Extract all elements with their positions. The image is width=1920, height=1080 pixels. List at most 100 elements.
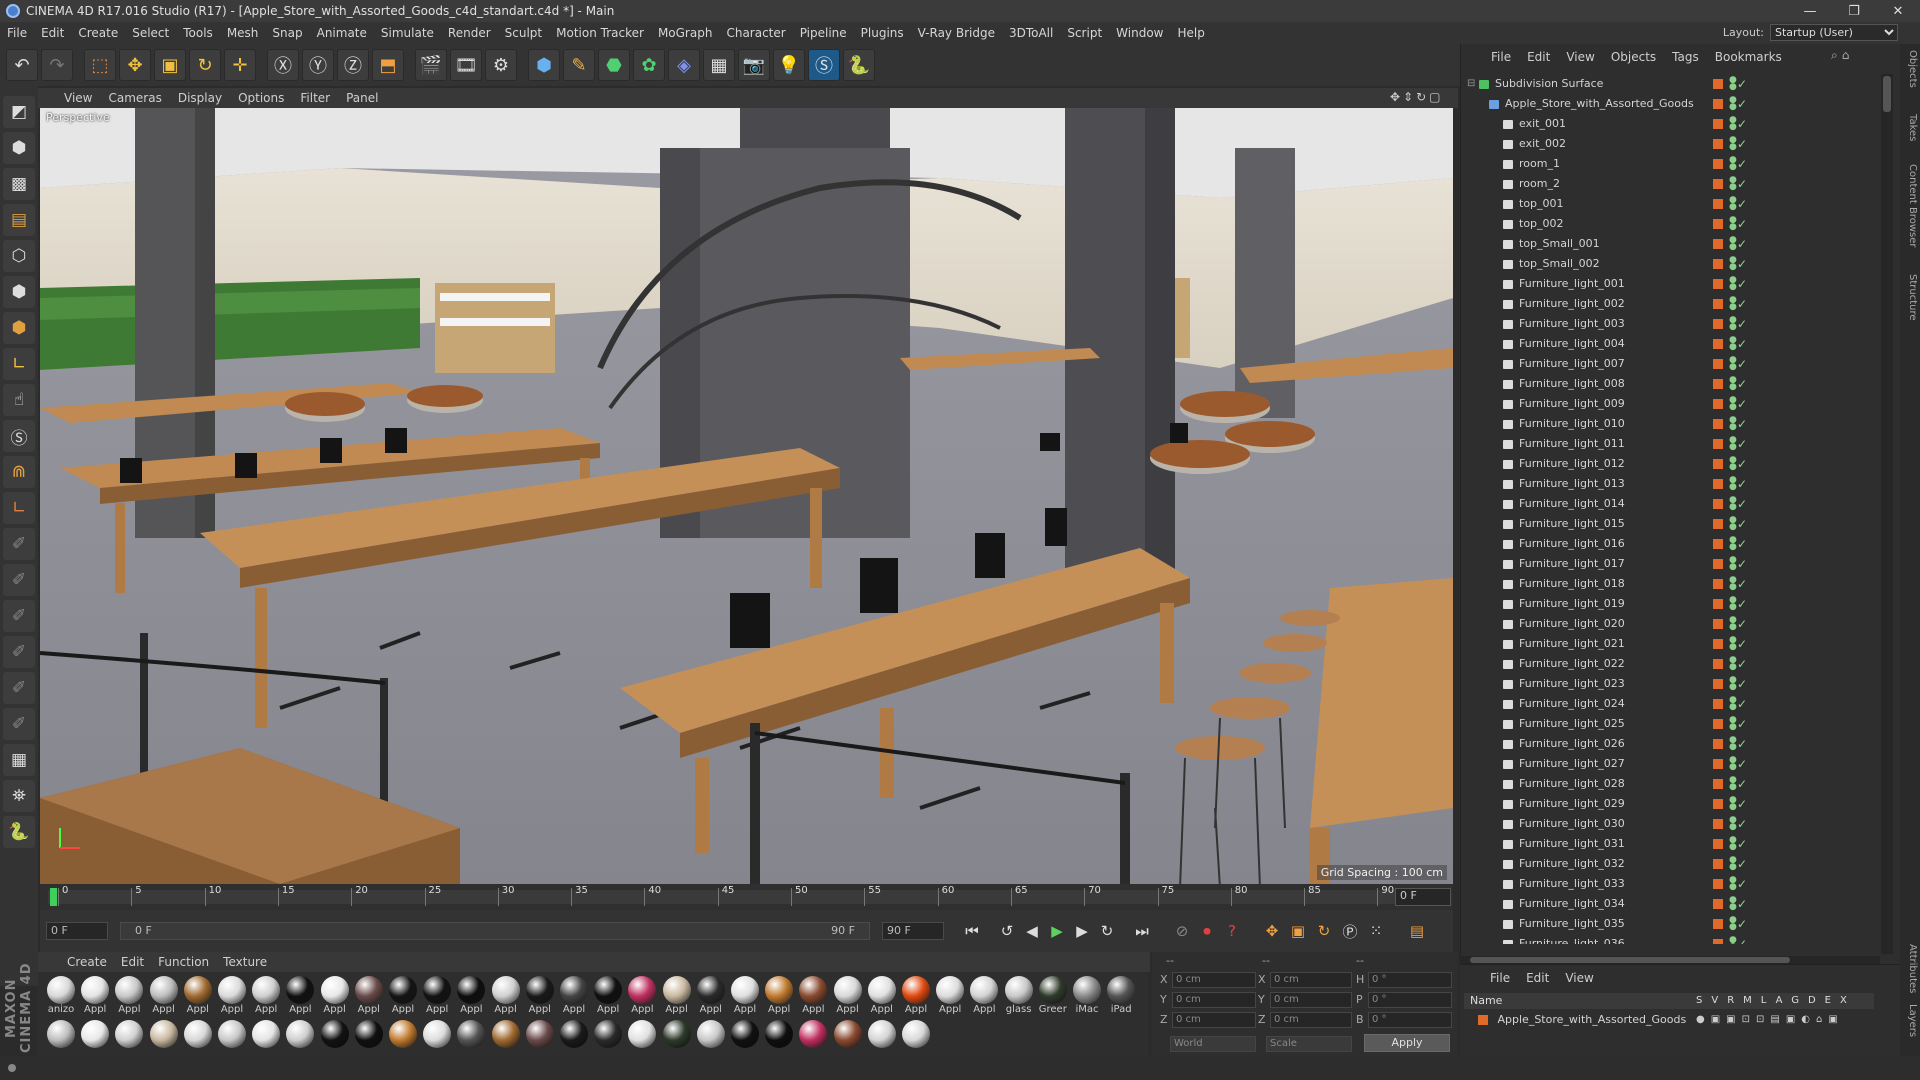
sculpt-inflate-icon[interactable]: ✐	[3, 672, 35, 704]
layer-tag-icon[interactable]	[1713, 399, 1723, 409]
material-swatch[interactable]	[559, 1020, 589, 1060]
sculpt-pull-icon[interactable]: ✐	[3, 564, 35, 596]
material-swatch[interactable]	[285, 1020, 315, 1060]
object-row[interactable]: Furniture_light_034 ● ● ✓	[1461, 894, 1881, 914]
layer-tag-icon[interactable]	[1713, 619, 1723, 629]
material-swatch[interactable]: Appl	[867, 976, 897, 1016]
minimize-icon[interactable]: —	[1788, 0, 1832, 22]
object-row[interactable]: Furniture_light_024 ● ● ✓	[1461, 694, 1881, 714]
viewport-nav-icons[interactable]: ✥⇕↻▢	[1390, 90, 1444, 104]
visibility-dots-icon[interactable]: ●●	[1729, 256, 1737, 272]
layer-tag-icon[interactable]	[1713, 799, 1723, 809]
go-to-end-icon[interactable]: ⏭	[1130, 919, 1154, 943]
material-swatch[interactable]: Appl	[935, 976, 965, 1016]
material-swatch[interactable]	[456, 1020, 486, 1060]
material-swatch[interactable]	[730, 1020, 760, 1060]
layer-tag-icon[interactable]	[1713, 479, 1723, 489]
sculpt-brush-icon[interactable]: ✐	[3, 528, 35, 560]
expand-toggle-icon[interactable]: ⊟	[1467, 74, 1475, 94]
y-axis-icon[interactable]: Ⓨ	[302, 49, 334, 81]
object-row[interactable]: exit_001 ● ● ✓	[1461, 114, 1881, 134]
material-swatch[interactable]: Appl	[662, 976, 692, 1016]
visibility-dots-icon[interactable]: ●●	[1729, 916, 1737, 932]
layer-tag-icon[interactable]	[1713, 199, 1723, 209]
object-row[interactable]: top_002 ● ● ✓	[1461, 214, 1881, 234]
visibility-dots-icon[interactable]: ●●	[1729, 656, 1737, 672]
visibility-dots-icon[interactable]: ●●	[1729, 316, 1737, 332]
coord-size-field[interactable]: 0 cm	[1270, 992, 1352, 1008]
material-swatch[interactable]: Appl	[525, 976, 555, 1016]
side-tab-takes[interactable]: Takes	[1902, 114, 1918, 141]
layer-toggle-icons[interactable]: ●▣▣⊡⊡▤▣◐⌂▣	[1696, 1011, 1844, 1029]
apply-button[interactable]: Apply	[1364, 1034, 1450, 1052]
enabled-check-icon[interactable]: ✓	[1737, 394, 1747, 414]
enabled-check-icon[interactable]: ✓	[1737, 934, 1747, 944]
previous-frame-icon[interactable]: ◀	[1020, 919, 1044, 943]
object-menu-view[interactable]: View	[1558, 50, 1602, 64]
object-row[interactable]: Furniture_light_013 ● ● ✓	[1461, 474, 1881, 494]
visibility-dots-icon[interactable]: ●●	[1729, 456, 1737, 472]
layer-menu-edit[interactable]: Edit	[1518, 971, 1557, 985]
enabled-check-icon[interactable]: ✓	[1737, 814, 1747, 834]
material-swatch[interactable]: Appl	[559, 976, 589, 1016]
visibility-dots-icon[interactable]: ●●	[1729, 756, 1737, 772]
material-swatch[interactable]: Appl	[251, 976, 281, 1016]
enabled-check-icon[interactable]: ✓	[1737, 254, 1747, 274]
object-row[interactable]: Furniture_light_011 ● ● ✓	[1461, 434, 1881, 454]
layer-tag-icon[interactable]	[1713, 139, 1723, 149]
grid-lock-icon[interactable]: ▦	[3, 744, 35, 776]
side-tab-layers[interactable]: Layers	[1902, 1004, 1918, 1037]
material-swatch[interactable]	[696, 1020, 726, 1060]
enabled-check-icon[interactable]: ✓	[1737, 594, 1747, 614]
visibility-dots-icon[interactable]: ●●	[1729, 516, 1737, 532]
visibility-dots-icon[interactable]: ●●	[1729, 776, 1737, 792]
layer-tag-icon[interactable]	[1713, 339, 1723, 349]
enabled-check-icon[interactable]: ✓	[1737, 634, 1747, 654]
viewport-menu-panel[interactable]: Panel	[338, 91, 386, 105]
visibility-dots-icon[interactable]: ●●	[1729, 376, 1737, 392]
close-icon[interactable]: ✕	[1876, 0, 1920, 22]
layer-tag-icon[interactable]	[1713, 859, 1723, 869]
layer-tag-icon[interactable]	[1713, 659, 1723, 669]
array-icon[interactable]: ✿	[633, 49, 665, 81]
object-menu-bookmarks[interactable]: Bookmarks	[1707, 50, 1790, 64]
key-scale-icon[interactable]: ▣	[1286, 919, 1310, 943]
material-swatch[interactable]: iMac	[1072, 976, 1102, 1016]
menu-item-pipeline[interactable]: Pipeline	[793, 26, 854, 40]
layer-tag-icon[interactable]	[1713, 839, 1723, 849]
material-swatch[interactable]	[183, 1020, 213, 1060]
object-row[interactable]: Furniture_light_033 ● ● ✓	[1461, 874, 1881, 894]
visibility-dots-icon[interactable]: ●●	[1729, 796, 1737, 812]
live-selection-icon[interactable]: ⬚	[84, 49, 116, 81]
material-swatch[interactable]	[662, 1020, 692, 1060]
material-swatch[interactable]	[833, 1020, 863, 1060]
enabled-check-icon[interactable]: ✓	[1737, 734, 1747, 754]
enabled-check-icon[interactable]: ✓	[1737, 154, 1747, 174]
layer-row[interactable]: Apple_Store_with_Assorted_Goods ●▣▣⊡⊡▤▣◐…	[1464, 1011, 1874, 1029]
visibility-dots-icon[interactable]: ●●	[1729, 576, 1737, 592]
menu-item-select[interactable]: Select	[125, 26, 176, 40]
menu-item-animate[interactable]: Animate	[310, 26, 374, 40]
axis-mode-icon[interactable]: ∟	[3, 348, 35, 380]
coord-position-field[interactable]: 0 cm	[1172, 972, 1256, 988]
object-row[interactable]: exit_002 ● ● ✓	[1461, 134, 1881, 154]
material-swatch[interactable]	[46, 1020, 76, 1060]
visibility-dots-icon[interactable]: ●●	[1729, 736, 1737, 752]
visibility-dots-icon[interactable]: ●●	[1729, 296, 1737, 312]
enabled-check-icon[interactable]: ✓	[1737, 794, 1747, 814]
visibility-dots-icon[interactable]: ●●	[1729, 236, 1737, 252]
visibility-dots-icon[interactable]: ●●	[1729, 616, 1737, 632]
material-swatch[interactable]	[388, 1020, 418, 1060]
next-key-icon[interactable]: ↻	[1095, 919, 1119, 943]
visibility-dots-icon[interactable]: ●●	[1729, 896, 1737, 912]
layer-tag-icon[interactable]	[1713, 739, 1723, 749]
go-to-start-icon[interactable]: ⏮	[960, 919, 984, 943]
material-swatch[interactable]: Appl	[969, 976, 999, 1016]
object-row[interactable]: Furniture_light_012 ● ● ✓	[1461, 454, 1881, 474]
object-menu-objects[interactable]: Objects	[1603, 50, 1664, 64]
viewport-menu-cameras[interactable]: Cameras	[100, 91, 169, 105]
layer-tag-icon[interactable]	[1713, 759, 1723, 769]
layer-tag-icon[interactable]	[1713, 519, 1723, 529]
visibility-dots-icon[interactable]: ●●	[1729, 196, 1737, 212]
viewport-menu-view[interactable]: View	[56, 91, 100, 105]
